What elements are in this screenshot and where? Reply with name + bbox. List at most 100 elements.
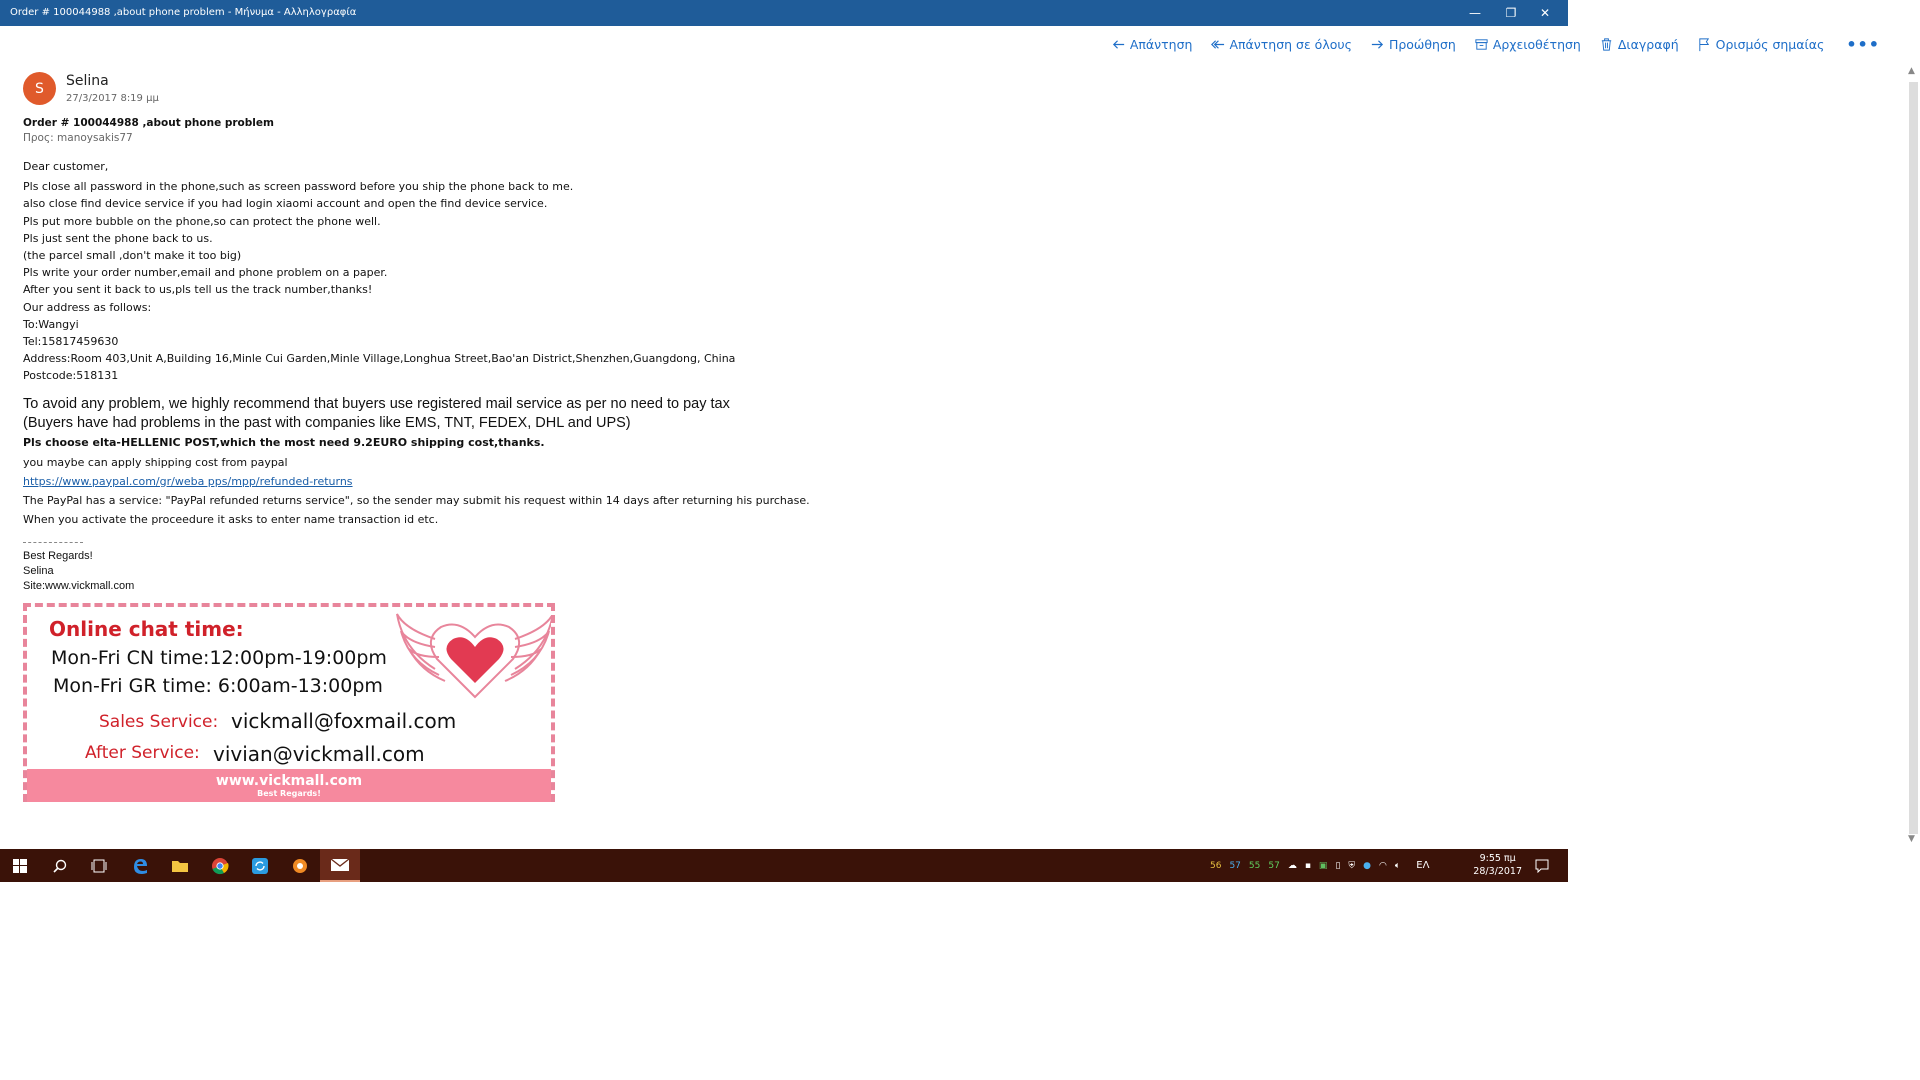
body-line: also close find device service if you ha… <box>23 197 548 211</box>
reply-all-button[interactable]: Απάντηση σε όλους <box>1210 36 1352 52</box>
message-subject: Order # 100044988 ,about phone problem <box>23 117 274 129</box>
forward-button[interactable]: Προώθηση <box>1370 37 1456 52</box>
close-button[interactable]: ✕ <box>1522 0 1568 26</box>
notification-icon <box>1535 859 1549 873</box>
body-line: Pls put more bubble on the phone,so can … <box>23 214 381 228</box>
paypal-activate: When you activate the proceedure it asks… <box>23 512 439 526</box>
clock-date: 28/3/2017 <box>1473 866 1522 877</box>
body-line: Address:Room 403,Unit A,Building 16,Minl… <box>23 352 736 366</box>
network-icon[interactable]: ▪ <box>1305 861 1311 871</box>
mail-icon <box>330 857 350 871</box>
security-icon[interactable]: ⛨ <box>1348 861 1355 871</box>
body-line: Pls just sent the phone back to us. <box>23 231 213 245</box>
gpu-icon[interactable]: ▣ <box>1319 861 1328 871</box>
banner-cn-time: Mon-Fri CN time:12:00pm-19:00pm <box>51 647 387 669</box>
contact-banner: Online chat time: Mon-Fri CN time:12:00p… <box>23 603 555 802</box>
banner-footer-regards: Best Regards! <box>257 789 321 798</box>
chrome-icon <box>212 857 229 874</box>
body-line: To:Wangyi <box>23 317 79 331</box>
edge-button[interactable] <box>120 849 160 882</box>
body-line: Tel:15817459630 <box>23 334 119 348</box>
signature-divider <box>23 541 83 543</box>
body-line: Postcode:518131 <box>23 369 119 383</box>
mail-app-button[interactable] <box>320 849 360 882</box>
volume-icon[interactable]: 🔈︎ <box>1395 861 1400 871</box>
tray-counter: 57 <box>1268 860 1280 871</box>
sync-icon <box>252 857 268 874</box>
windows-logo-icon <box>13 858 27 873</box>
vertical-scrollbar[interactable]: ▲ ▼ <box>1906 66 1920 846</box>
to-label: Προς: <box>23 132 54 144</box>
search-icon <box>53 859 67 873</box>
scroll-down-icon[interactable]: ▼ <box>1908 834 1915 844</box>
body-line: Pls write your order number,email and ph… <box>23 266 388 280</box>
trash-icon <box>1601 37 1612 51</box>
delete-button[interactable]: Διαγραφή <box>1599 37 1679 52</box>
banner-footer: www.vickmall.com Best Regards! <box>27 769 551 802</box>
tax-recommendation: To avoid any problem, we highly recommen… <box>23 396 730 413</box>
archive-label: Αρχειοθέτηση <box>1492 36 1581 52</box>
title-bar: Order # 100044988 ,about phone problem -… <box>0 0 1568 26</box>
start-button[interactable] <box>0 849 40 882</box>
signature-name: Selina <box>23 564 54 577</box>
recipient-name[interactable]: manoysakis77 <box>57 132 133 144</box>
archive-box-icon <box>1475 38 1488 50</box>
scroll-thumb[interactable] <box>1909 82 1918 834</box>
banner-after-email: vivian@vickmall.com <box>213 742 425 766</box>
message-date: 27/3/2017 8:19 μμ <box>66 93 159 104</box>
gear-icon <box>293 858 307 873</box>
message-body: Dear customer, Pls close all password in… <box>23 158 1523 594</box>
task-view-button[interactable] <box>79 849 119 882</box>
sync-app-button[interactable] <box>240 849 280 882</box>
body-line: Pls close all password in the phone,such… <box>23 180 574 194</box>
greeting: Dear customer, <box>23 160 109 173</box>
more-actions-button[interactable]: ••• <box>1846 35 1880 54</box>
search-button[interactable] <box>40 849 80 882</box>
signature-site: Site:www.vickmall.com <box>23 579 135 592</box>
file-explorer-button[interactable] <box>160 849 200 882</box>
reply-all-label: Απάντηση σε όλους <box>1229 36 1352 52</box>
body-line: After you sent it back to us,pls tell us… <box>23 283 373 297</box>
body-line: Our address as follows: <box>23 300 152 314</box>
folder-icon <box>172 860 188 872</box>
battery-icon[interactable]: ▯ <box>1335 861 1340 871</box>
cloud-icon[interactable]: ☁ <box>1288 861 1297 871</box>
system-clock[interactable]: 9:55 πμ 28/3/2017 <box>1473 852 1522 878</box>
banner-sales-email: vickmall@foxmail.com <box>231 709 457 733</box>
reply-arrow-icon <box>1112 39 1124 49</box>
winged-heart-icon <box>396 613 551 699</box>
scroll-up-icon[interactable]: ▲ <box>1908 66 1915 76</box>
clock-time: 9:55 πμ <box>1479 853 1516 864</box>
tray-counter: 55 <box>1248 860 1261 871</box>
paypal-note: you maybe can apply shipping cost from p… <box>23 455 288 469</box>
action-center-button[interactable] <box>1522 849 1562 882</box>
courier-note: (Buyers have had problems in the past wi… <box>23 415 631 432</box>
delete-label: Διαγραφή <box>1617 36 1679 52</box>
system-tray: 56 57 55 57 ☁ ▪ ▣ ▯ ⛨ ● ◠ 🔈︎ ΕΛ <box>1210 849 1429 882</box>
language-indicator[interactable]: ΕΛ <box>1416 860 1429 871</box>
banner-footer-url: www.vickmall.com <box>215 773 363 789</box>
recipient-line: Προς: manoysakis77 <box>23 132 133 144</box>
flag-label: Ορισμός σημαίας <box>1715 36 1825 52</box>
reply-label: Απάντηση <box>1129 36 1193 52</box>
reply-button[interactable]: Απάντηση <box>1111 36 1193 52</box>
paypal-link[interactable]: https://www.paypal.com/gr/weba pps/mpp/r… <box>23 471 1523 490</box>
forward-arrow-icon <box>1371 39 1383 49</box>
sender-name[interactable]: Selina <box>66 73 109 89</box>
cloud-sync-icon[interactable]: ● <box>1363 861 1371 871</box>
edge-icon <box>134 858 147 874</box>
wifi-icon[interactable]: ◠ <box>1379 861 1387 871</box>
task-view-icon <box>91 859 107 872</box>
settings-app-button[interactable] <box>280 849 320 882</box>
paypal-service: The PayPal has a service: "PayPal refund… <box>23 493 810 507</box>
window-title: Order # 100044988 ,about phone problem -… <box>10 7 357 18</box>
archive-button[interactable]: Αρχειοθέτηση <box>1474 37 1581 52</box>
tray-counter: 56 <box>1210 860 1222 871</box>
banner-sales-label: Sales Service: <box>99 712 219 732</box>
avatar: S <box>23 72 56 105</box>
chrome-button[interactable] <box>200 849 240 882</box>
taskbar: 56 57 55 57 ☁ ▪ ▣ ▯ ⛨ ● ◠ 🔈︎ ΕΛ 9:55 πμ … <box>0 849 1568 882</box>
flag-button[interactable]: Ορισμός σημαίας <box>1697 36 1825 52</box>
body-line: (the parcel small ,don't make it too big… <box>23 248 242 262</box>
message-actions: Απάντηση Απάντηση σε όλους Προώθηση Αρχε… <box>1111 34 1880 54</box>
